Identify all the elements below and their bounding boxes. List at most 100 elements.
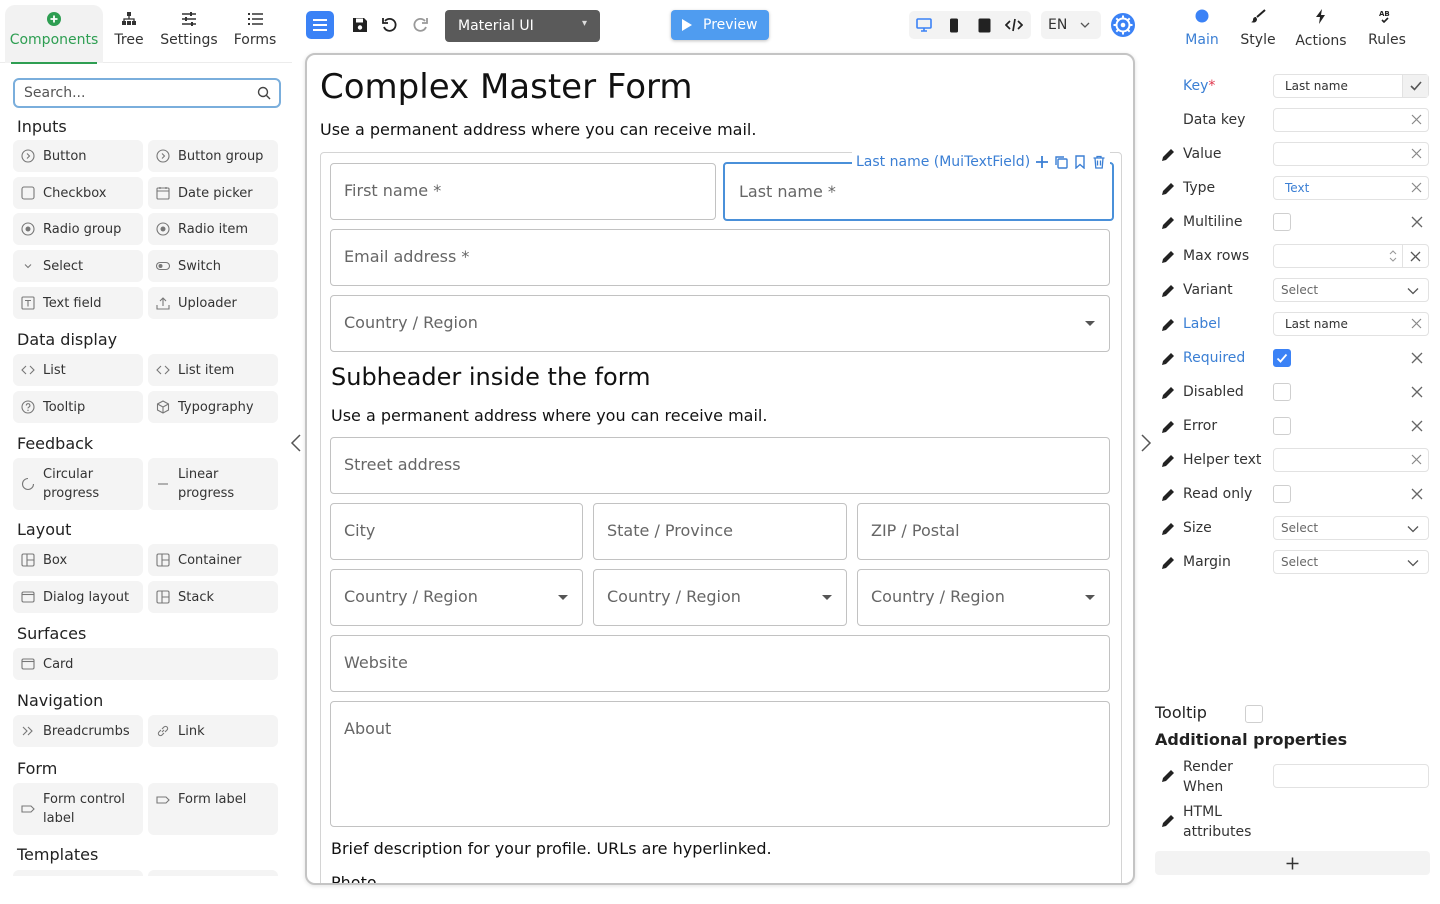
about-textarea[interactable]: About	[330, 701, 1110, 827]
tab-actions[interactable]: Actions	[1294, 9, 1348, 59]
margin-select[interactable]: Select	[1273, 550, 1429, 574]
bookmark-icon[interactable]	[1073, 155, 1087, 169]
variant-select[interactable]: Select	[1273, 278, 1429, 302]
tablet-view-button[interactable]	[973, 14, 995, 36]
redo-button[interactable]	[408, 13, 432, 37]
menu-button[interactable]	[306, 11, 334, 39]
pencil-icon[interactable]	[1161, 420, 1175, 434]
data-key-input[interactable]	[1273, 108, 1429, 132]
component-list[interactable]: List	[13, 354, 143, 386]
render-when-input[interactable]	[1273, 764, 1429, 788]
close-icon[interactable]	[1411, 318, 1422, 329]
close-icon[interactable]	[1411, 182, 1422, 193]
component-button[interactable]: Button	[13, 140, 143, 172]
library-select[interactable]: Material UI ▾	[445, 10, 600, 42]
tab-main[interactable]: Main	[1180, 9, 1224, 59]
close-icon[interactable]	[1411, 386, 1423, 398]
max-rows-input[interactable]	[1273, 244, 1429, 268]
multiline-checkbox[interactable]	[1273, 213, 1291, 231]
add-icon[interactable]	[1035, 155, 1049, 169]
error-checkbox[interactable]	[1273, 417, 1291, 435]
pencil-icon[interactable]	[1161, 386, 1175, 400]
add-property-button[interactable]	[1155, 851, 1430, 875]
website-field[interactable]: Website	[330, 635, 1110, 692]
pencil-icon[interactable]	[1161, 250, 1175, 264]
component-checkbox[interactable]: Checkbox	[13, 177, 143, 209]
pencil-icon[interactable]	[1161, 556, 1175, 570]
collapse-left-icon[interactable]	[289, 433, 303, 453]
tab-forms[interactable]: Forms	[229, 5, 281, 63]
confirm-key-button[interactable]	[1402, 75, 1428, 97]
close-icon[interactable]	[1411, 454, 1422, 465]
pencil-icon[interactable]	[1161, 522, 1175, 536]
helper-text-input[interactable]	[1273, 448, 1429, 472]
preview-button[interactable]: Preview	[671, 10, 769, 40]
component-stack[interactable]: Stack	[148, 581, 278, 613]
component-select[interactable]: Select	[13, 250, 143, 282]
label-input[interactable]: Last name	[1273, 312, 1429, 336]
tab-style[interactable]: Style	[1237, 9, 1279, 59]
close-icon[interactable]	[1411, 488, 1423, 500]
close-icon[interactable]	[1411, 216, 1423, 228]
key-input[interactable]: Last name	[1273, 74, 1429, 98]
component-typography[interactable]: Typography	[148, 391, 278, 423]
country-select-4[interactable]: Country / Region	[857, 569, 1110, 626]
trash-icon[interactable]	[1092, 155, 1106, 169]
type-input[interactable]: Text	[1273, 176, 1429, 200]
component-switch[interactable]: Switch	[148, 250, 278, 282]
component-uploader[interactable]: Uploader	[148, 287, 278, 319]
tab-components[interactable]: Components	[5, 5, 103, 64]
zip-field[interactable]: ZIP / Postal	[857, 503, 1110, 560]
component-circular-progress[interactable]: Circular progress	[13, 458, 143, 510]
pencil-icon[interactable]	[1161, 352, 1175, 366]
pencil-icon[interactable]	[1161, 284, 1175, 298]
pencil-icon[interactable]	[1161, 182, 1175, 196]
close-icon[interactable]	[1411, 114, 1422, 125]
component-button-group[interactable]: Button group	[148, 140, 278, 172]
country-select-3[interactable]: Country / Region	[593, 569, 847, 626]
collapse-right-icon[interactable]	[1139, 433, 1153, 453]
component-radio-item[interactable]: Radio item	[148, 213, 278, 245]
component-date-picker[interactable]: Date picker	[148, 177, 278, 209]
pencil-icon[interactable]	[1161, 454, 1175, 468]
component-list-item[interactable]: List item	[148, 354, 278, 386]
tab-settings[interactable]: Settings	[158, 5, 220, 63]
component-link[interactable]: Link	[148, 715, 278, 747]
disabled-checkbox[interactable]	[1273, 383, 1291, 401]
copy-icon[interactable]	[1054, 155, 1068, 169]
undo-button[interactable]	[378, 13, 402, 37]
component-radio-group[interactable]: Radio group	[13, 213, 143, 245]
country-select[interactable]: Country / Region	[330, 295, 1110, 352]
state-field[interactable]: State / Province	[593, 503, 847, 560]
pencil-icon[interactable]	[1161, 148, 1175, 162]
component-linear-progress[interactable]: Linear progress	[148, 458, 278, 510]
component-container[interactable]: Container	[148, 544, 278, 576]
component-form-label[interactable]: Form label	[148, 783, 278, 835]
save-button[interactable]	[348, 13, 372, 37]
required-checkbox[interactable]	[1273, 349, 1291, 367]
component-form-control-label[interactable]: Form control label	[13, 783, 143, 835]
mobile-view-button[interactable]	[943, 14, 965, 36]
component-box[interactable]: Box	[13, 544, 143, 576]
search-icon[interactable]	[257, 86, 271, 100]
pencil-icon[interactable]	[1161, 318, 1175, 332]
close-icon[interactable]	[1411, 420, 1423, 432]
desktop-view-button[interactable]	[913, 14, 935, 36]
read-only-checkbox[interactable]	[1273, 485, 1291, 503]
tab-rules[interactable]: AB Rules	[1366, 9, 1408, 59]
search-input[interactable]	[24, 84, 244, 102]
component-text-field[interactable]: Text field	[13, 287, 143, 319]
clear-max-rows-button[interactable]	[1402, 245, 1428, 267]
language-select[interactable]: EN	[1041, 11, 1101, 39]
tooltip-checkbox[interactable]	[1245, 705, 1263, 723]
component-search[interactable]	[13, 78, 281, 108]
email-field[interactable]: Email address *	[330, 229, 1110, 286]
value-input[interactable]	[1273, 142, 1429, 166]
first-name-field[interactable]: First name *	[330, 163, 716, 220]
country-select-2[interactable]: Country / Region	[330, 569, 583, 626]
size-select[interactable]: Select	[1273, 516, 1429, 540]
close-icon[interactable]	[1411, 148, 1422, 159]
component-dialog-layout[interactable]: Dialog layout	[13, 581, 143, 613]
pencil-icon[interactable]	[1161, 216, 1175, 230]
pencil-icon[interactable]	[1161, 488, 1175, 502]
